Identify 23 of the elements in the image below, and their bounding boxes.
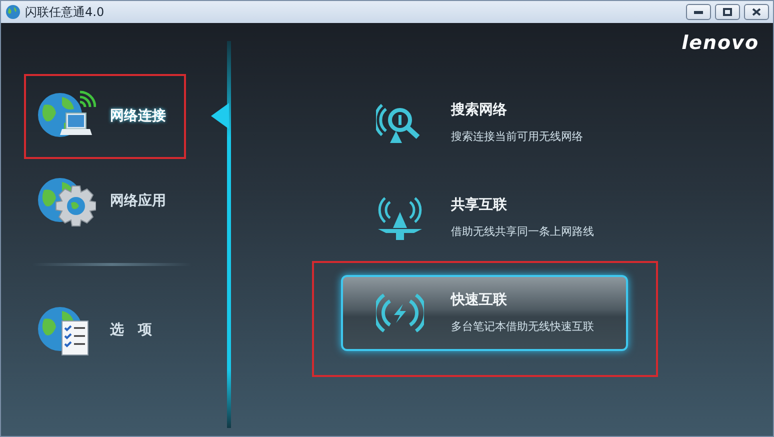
minimize-icon (694, 10, 703, 14)
action-button[interactable]: 共享互联 借助无线共享同一条上网路线 (341, 180, 628, 256)
antenna-dish-icon (376, 196, 424, 240)
sidebar-item[interactable]: 网络应用 (34, 174, 166, 230)
wireless-lightning-icon (376, 291, 424, 335)
action-title: 快速互联 (451, 291, 508, 310)
brand-logo: lenovo (682, 31, 759, 56)
action-title: 共享互联 (451, 196, 508, 216)
action-description: 搜索连接当前可用无线网络 (451, 129, 583, 146)
maximize-button[interactable] (715, 4, 740, 20)
sidebar-item[interactable]: 网络连接 (34, 88, 166, 144)
action-button[interactable]: 搜索网络 搜索连接当前可用无线网络 (341, 85, 628, 161)
window-title: 闪联任意通4.0 (25, 4, 104, 21)
action-description: 多台笔记本借助无线快速互联 (451, 319, 594, 336)
close-button[interactable] (744, 4, 769, 20)
maximize-icon (723, 8, 732, 16)
action-button[interactable]: 快速互联 多台笔记本借助无线快速互联 (341, 275, 628, 351)
minimize-button[interactable] (686, 4, 711, 20)
sidebar-item[interactable]: 选 项 (34, 302, 152, 358)
action-title: 搜索网络 (451, 101, 508, 120)
close-icon (752, 8, 761, 16)
action-description: 借助无线共享同一条上网路线 (451, 224, 594, 240)
app-globe-icon (5, 4, 21, 20)
